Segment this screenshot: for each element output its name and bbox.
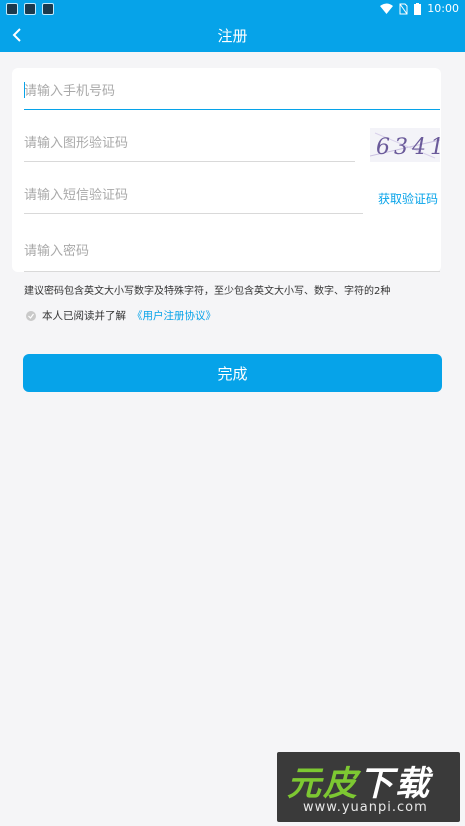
- watermark-brand-white: 下载: [359, 764, 431, 804]
- agreement-text: 本人已阅读并了解: [42, 310, 126, 322]
- agreement-checkbox[interactable]: [26, 310, 36, 321]
- page-title: 注册: [217, 27, 248, 45]
- agreement-row: 本人已阅读并了解 《用户注册协议》: [26, 308, 216, 323]
- text-cursor: [24, 82, 25, 98]
- watermark-brand: 元皮下载: [287, 756, 431, 805]
- password-field: [24, 240, 440, 272]
- phone-input[interactable]: [24, 81, 440, 102]
- registration-form: 6341 获取验证码: [12, 68, 444, 272]
- phone-field: [24, 80, 440, 110]
- status-bar: 10:00: [0, 0, 465, 18]
- no-sim-icon: [399, 3, 408, 14]
- captcha-image[interactable]: 6341: [369, 128, 444, 162]
- site-watermark-logo: 元皮下载 www.yuanpi.com: [277, 752, 460, 822]
- app-bar: 注册: [0, 18, 465, 52]
- password-underline: [24, 271, 440, 272]
- sms-code-underline: [24, 213, 363, 214]
- system-icons: 10:00: [380, 2, 459, 15]
- clock: 10:00: [427, 2, 459, 15]
- sms-code-input[interactable]: [24, 185, 363, 206]
- password-hint: 建议密码包含英文大小写数字及特殊字符，至少包含英文大小写、数字、字符的2种: [24, 286, 391, 297]
- notification-icons: [6, 3, 54, 15]
- image-code-field: [24, 132, 355, 162]
- password-input[interactable]: [24, 241, 440, 262]
- check-icon: [28, 313, 34, 319]
- captcha-text: 6341: [376, 135, 440, 160]
- watermark-url: www.yuanpi.com: [303, 800, 428, 815]
- watermark-brand-green: 元皮: [287, 764, 359, 804]
- done-button[interactable]: 完成: [23, 354, 442, 392]
- get-code-button[interactable]: 获取验证码: [378, 190, 438, 207]
- image-code-underline: [24, 161, 355, 162]
- image-notification-icon: [24, 3, 36, 15]
- font-notification-icon: [42, 3, 54, 15]
- app-notification-icon: [6, 3, 18, 15]
- phone-underline: [24, 109, 440, 110]
- sms-code-field: [24, 184, 363, 214]
- wifi-icon: [380, 3, 394, 14]
- captcha-graphic: 6341: [369, 132, 444, 160]
- image-code-input[interactable]: [24, 133, 355, 154]
- agreement-link[interactable]: 《用户注册协议》: [132, 308, 216, 323]
- battery-icon: [414, 2, 422, 15]
